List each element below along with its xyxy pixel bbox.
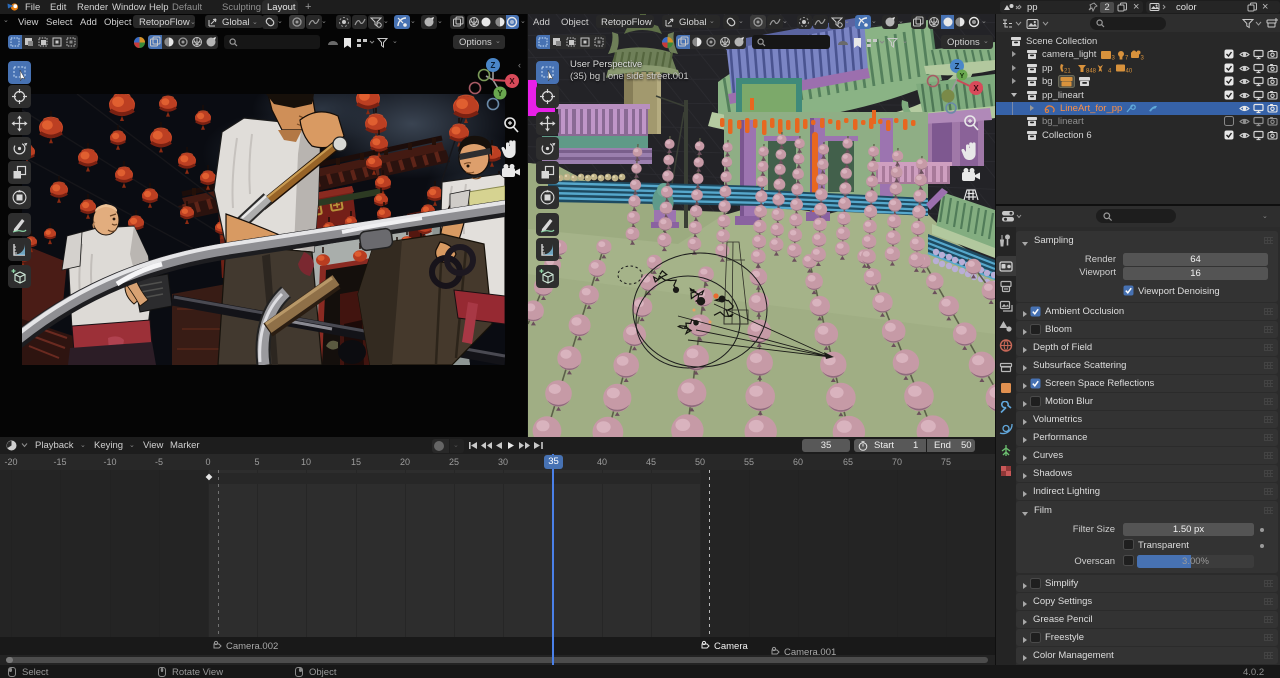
svg-text:Z: Z	[491, 61, 496, 70]
svg-text:21: 21	[1064, 69, 1071, 75]
svg-text:X: X	[509, 77, 515, 86]
svg-text:3: 3	[1141, 56, 1145, 62]
svg-text:X: X	[973, 84, 979, 93]
svg-text:Y: Y	[960, 73, 965, 80]
svg-text:4: 4	[1108, 69, 1112, 75]
svg-text:Z: Z	[955, 62, 960, 71]
svg-text:Y: Y	[497, 89, 503, 98]
svg-text:40: 40	[1126, 69, 1133, 75]
svg-text:7: 7	[1125, 56, 1129, 62]
svg-text:3: 3	[1112, 56, 1116, 62]
svg-text:848: 848	[1086, 69, 1097, 75]
